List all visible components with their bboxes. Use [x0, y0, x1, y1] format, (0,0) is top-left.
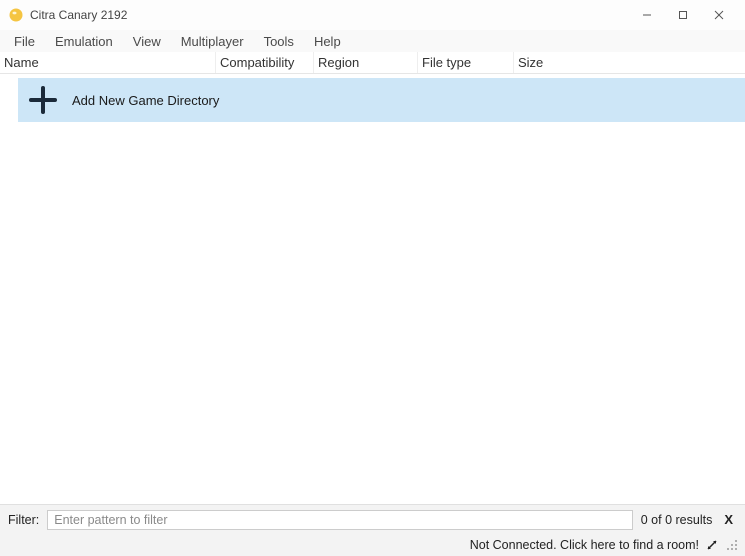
multiplayer-status-link[interactable]: Not Connected. Click here to find a room…	[470, 538, 699, 552]
minimize-button[interactable]	[629, 0, 665, 30]
game-list: Add New Game Directory	[0, 74, 745, 496]
plus-icon	[28, 85, 58, 115]
menu-multiplayer[interactable]: Multiplayer	[171, 32, 254, 51]
maximize-button[interactable]	[665, 0, 701, 30]
resize-grip[interactable]	[725, 538, 739, 552]
column-header-name[interactable]: Name	[0, 52, 216, 73]
column-header-region[interactable]: Region	[314, 52, 418, 73]
filter-input[interactable]	[47, 510, 633, 530]
filter-bar: Filter: 0 of 0 results X	[0, 504, 745, 534]
app-icon	[8, 7, 24, 23]
status-bar: Not Connected. Click here to find a room…	[0, 534, 745, 556]
column-header-size[interactable]: Size	[514, 52, 745, 73]
add-game-directory-row[interactable]: Add New Game Directory	[18, 78, 745, 122]
window-controls	[629, 0, 737, 30]
filter-clear-button[interactable]: X	[720, 512, 737, 527]
add-game-directory-label: Add New Game Directory	[72, 93, 219, 108]
filter-results-text: 0 of 0 results	[641, 513, 713, 527]
menu-help[interactable]: Help	[304, 32, 351, 51]
network-icon[interactable]	[705, 538, 719, 552]
menu-emulation[interactable]: Emulation	[45, 32, 123, 51]
column-header-compatibility[interactable]: Compatibility	[216, 52, 314, 73]
menu-view[interactable]: View	[123, 32, 171, 51]
column-header-filetype[interactable]: File type	[418, 52, 514, 73]
menu-tools[interactable]: Tools	[254, 32, 304, 51]
menu-file[interactable]: File	[4, 32, 45, 51]
titlebar: Citra Canary 2192	[0, 0, 745, 30]
window-title: Citra Canary 2192	[30, 8, 127, 22]
column-headers: Name Compatibility Region File type Size	[0, 52, 745, 74]
filter-label: Filter:	[8, 513, 39, 527]
close-button[interactable]	[701, 0, 737, 30]
menubar: File Emulation View Multiplayer Tools He…	[0, 30, 745, 52]
